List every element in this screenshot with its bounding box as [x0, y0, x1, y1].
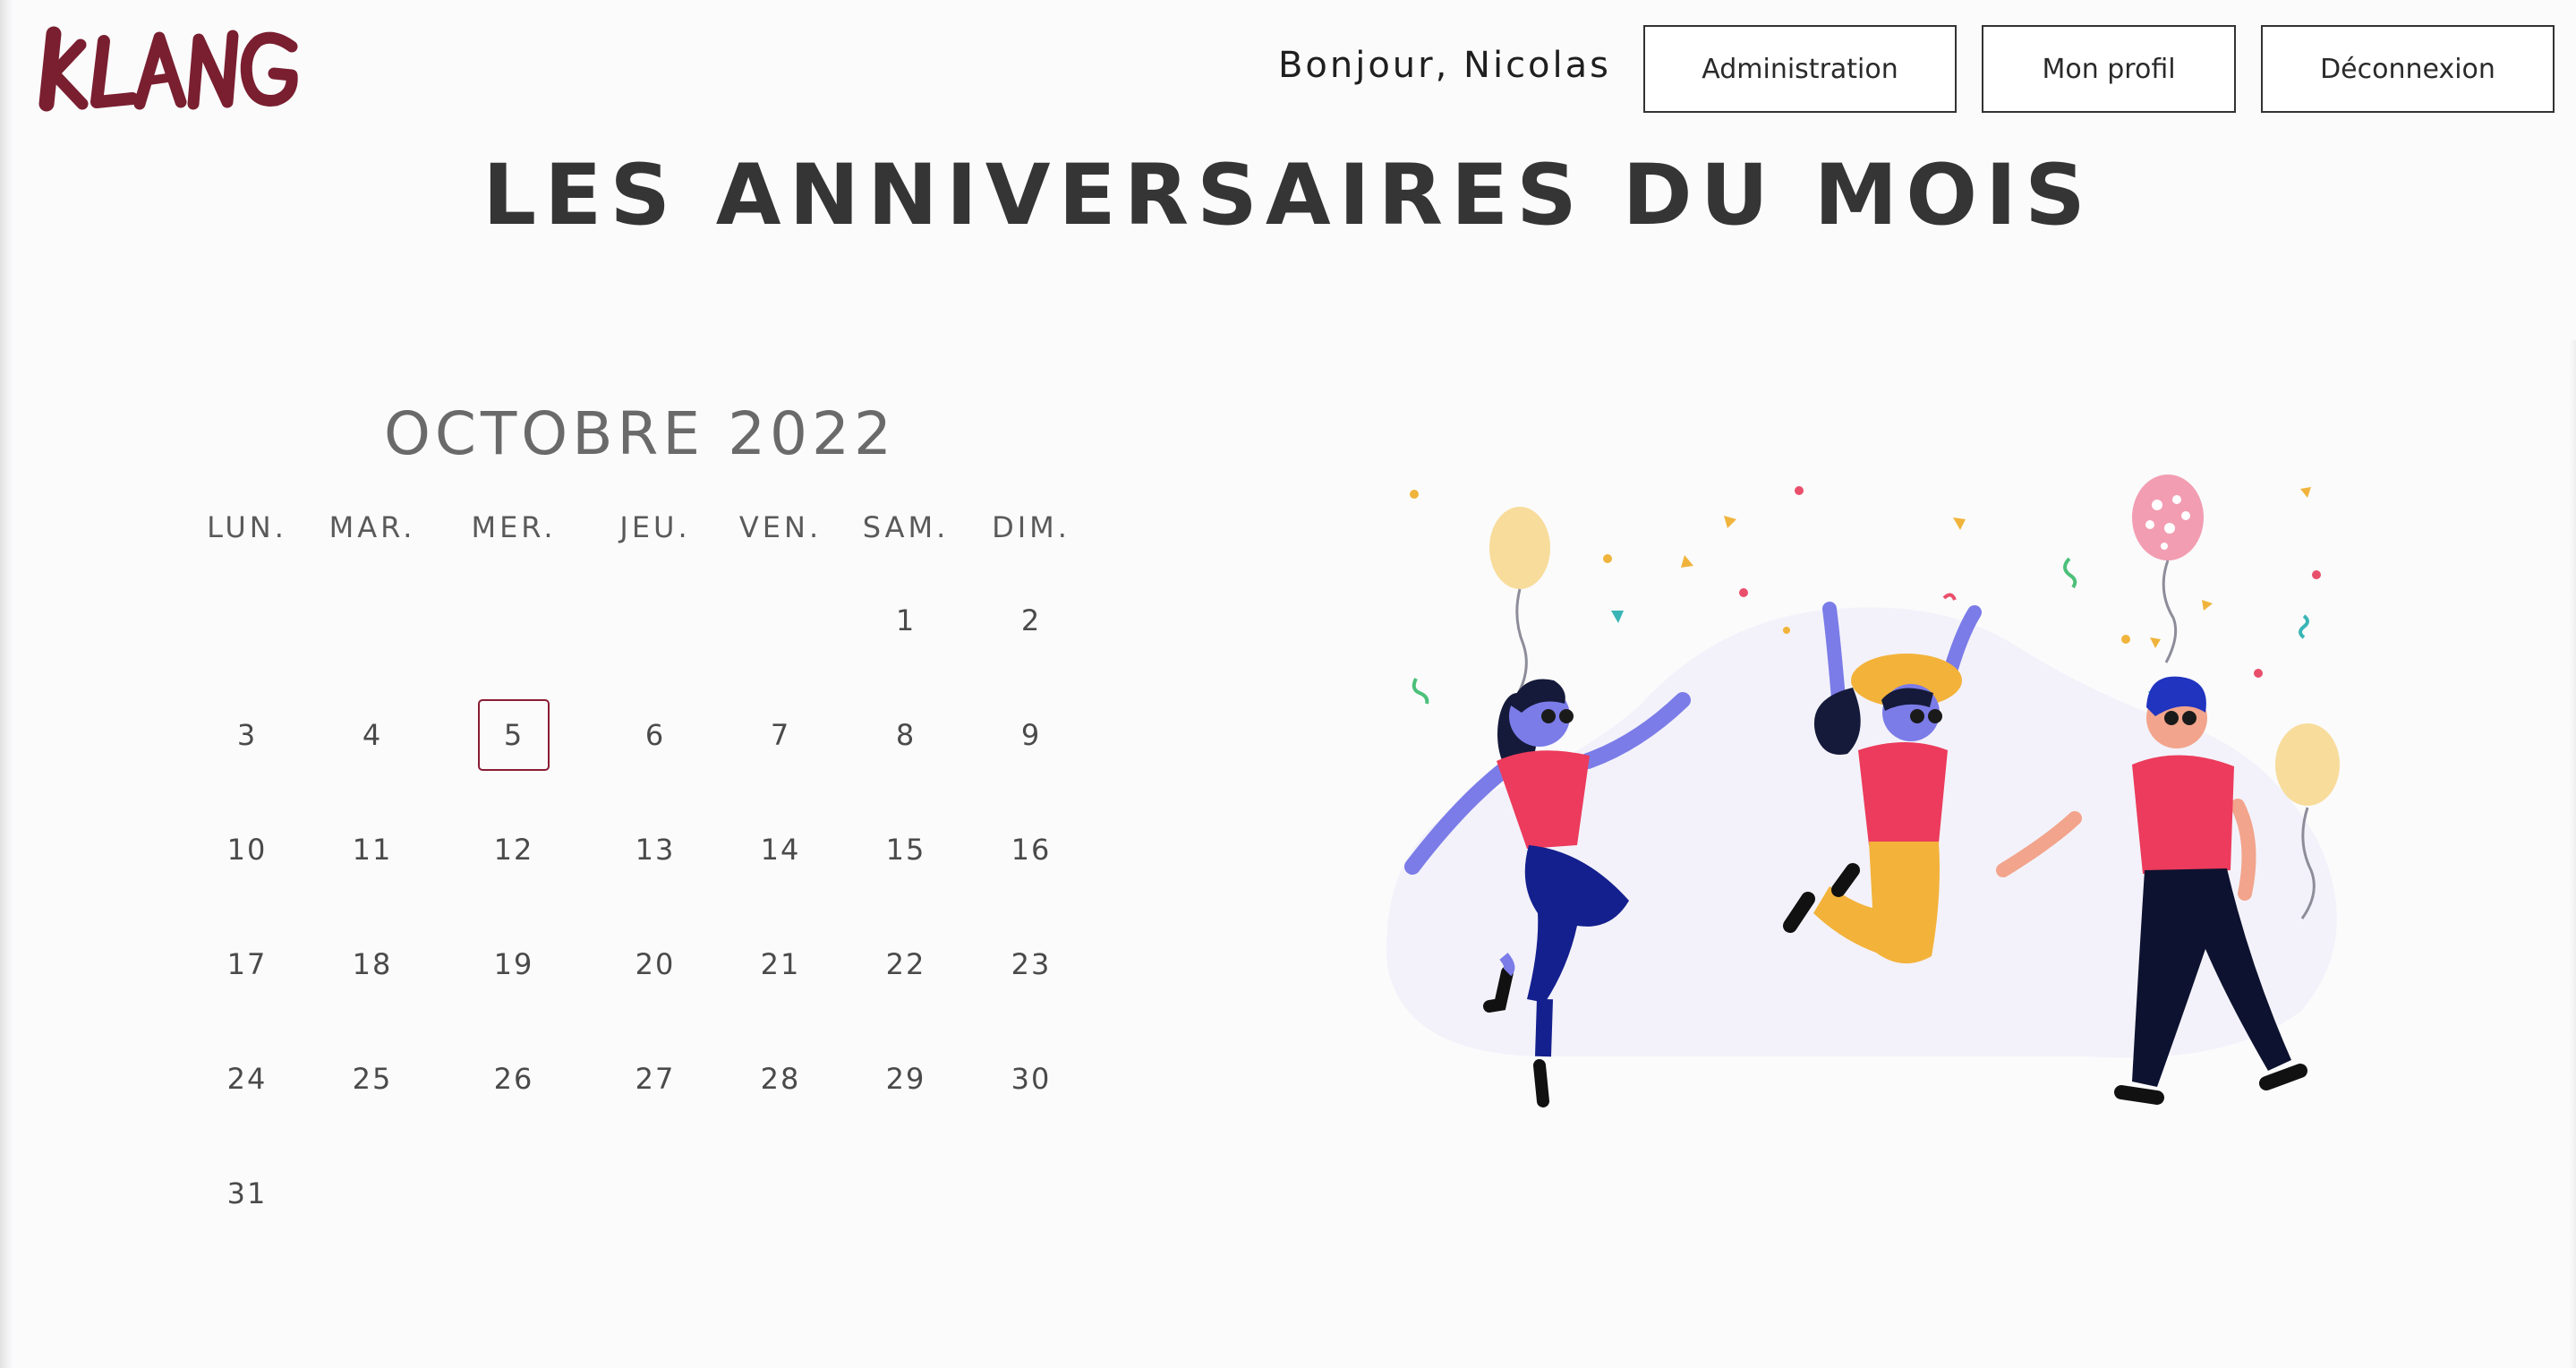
administration-button[interactable]: Administration [1643, 25, 1957, 113]
weekday-header: VEN. [738, 510, 823, 544]
weekday-header: DIM. [992, 510, 1070, 544]
calendar-day[interactable]: 23 [995, 928, 1067, 1000]
calendar-day[interactable]: 22 [870, 928, 942, 1000]
calendar-day[interactable]: 11 [337, 814, 408, 885]
calendar-day[interactable]: 13 [619, 814, 691, 885]
calendar-day[interactable]: 30 [995, 1043, 1067, 1115]
birthday-party-illustration [1386, 475, 2340, 1107]
weekday-header: MER. [471, 510, 557, 544]
page-title: LES ANNIVERSAIRES DU MOIS [482, 147, 2094, 244]
calendar-day[interactable]: 6 [619, 699, 691, 771]
calendar-day[interactable]: 2 [995, 585, 1067, 656]
weekday-header: SAM. [862, 510, 950, 544]
calendar-day[interactable]: 4 [337, 699, 408, 771]
calendar-day[interactable]: 24 [211, 1043, 283, 1115]
calendar-day[interactable]: 21 [745, 928, 816, 1000]
calendar-day[interactable]: 27 [619, 1043, 691, 1115]
weekday-header: LUN. [207, 510, 287, 544]
weekday-header: JEU. [619, 510, 691, 544]
calendar-day[interactable]: 9 [995, 699, 1067, 771]
calendar-day[interactable]: 8 [870, 699, 942, 771]
calendar-month-label: OCTOBRE 2022 [383, 399, 897, 468]
calendar-day[interactable]: 25 [337, 1043, 408, 1115]
calendar-day[interactable]: 16 [995, 814, 1067, 885]
calendar-day[interactable]: 7 [745, 699, 816, 771]
calendar-day[interactable]: 1 [870, 585, 942, 656]
profile-button[interactable]: Mon profil [1982, 25, 2236, 113]
balloon-icon [2132, 475, 2204, 663]
calendar-day[interactable]: 14 [745, 814, 816, 885]
calendar-day-today[interactable]: 5 [478, 699, 550, 771]
klang-logo[interactable] [38, 21, 306, 115]
calendar-day[interactable]: 31 [211, 1158, 283, 1229]
weekday-header: MAR. [328, 510, 416, 544]
calendar-day[interactable]: 20 [619, 928, 691, 1000]
calendar-day[interactable]: 10 [211, 814, 283, 885]
calendar-day[interactable]: 29 [870, 1043, 942, 1115]
logout-button[interactable]: Déconnexion [2261, 25, 2555, 113]
balloon-icon [1489, 507, 1550, 701]
calendar-day[interactable]: 19 [478, 928, 550, 1000]
calendar-day[interactable]: 26 [478, 1043, 550, 1115]
greeting-text: Bonjour, Nicolas [1277, 45, 1611, 86]
calendar-day[interactable]: 3 [211, 699, 283, 771]
calendar-day[interactable]: 15 [870, 814, 942, 885]
calendar-day[interactable]: 18 [337, 928, 408, 1000]
calendar-day[interactable]: 12 [478, 814, 550, 885]
calendar-day[interactable]: 28 [745, 1043, 816, 1115]
window-edge-shadow-right [2569, 340, 2576, 1368]
calendar-day[interactable]: 17 [211, 928, 283, 1000]
